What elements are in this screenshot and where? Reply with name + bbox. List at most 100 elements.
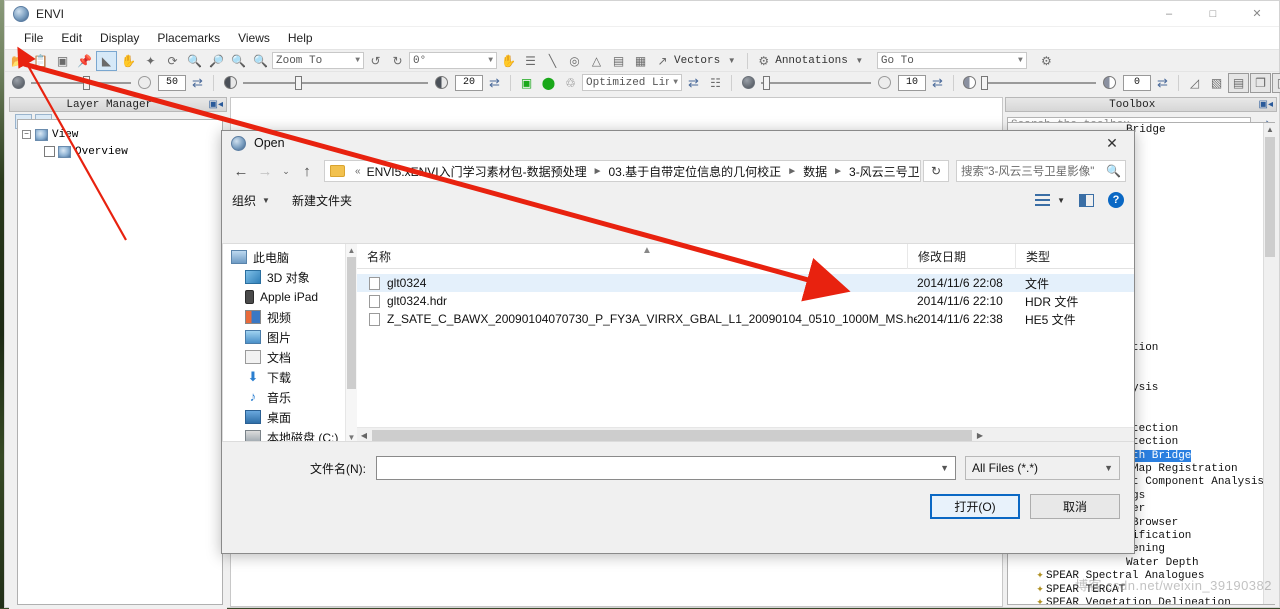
vectors-label[interactable]: Vectors bbox=[674, 55, 720, 67]
slider-thumb[interactable] bbox=[83, 75, 90, 90]
layer-tree-node-view[interactable]: − View bbox=[22, 126, 218, 143]
dialog-search-input[interactable]: 搜索"3-风云三号卫星影像" bbox=[961, 163, 1106, 179]
close-button[interactable]: ✕ bbox=[1235, 1, 1279, 27]
vectors-chevron-down-icon[interactable]: ▼ bbox=[721, 51, 742, 71]
sidebar-item-3d-objects[interactable]: 3D 对象 bbox=[223, 267, 357, 287]
image-view-icon[interactable]: ▧ bbox=[1206, 73, 1227, 93]
dialog-close-button[interactable]: ✕ bbox=[1090, 131, 1134, 155]
slider-thumb[interactable] bbox=[294, 75, 302, 90]
sidebar-scrollbar[interactable]: ▲ ▼ bbox=[345, 244, 357, 443]
scrollbar-thumb[interactable] bbox=[1265, 137, 1275, 257]
change-view-button[interactable]: ▼ bbox=[1035, 194, 1065, 206]
sharpen-reset-icon[interactable]: ⇄ bbox=[927, 73, 948, 93]
open-file-icon[interactable]: 📂 bbox=[8, 51, 29, 71]
column-header-date[interactable]: 修改日期 bbox=[907, 243, 1015, 269]
layer-visibility-checkbox[interactable] bbox=[44, 146, 55, 157]
fly-icon[interactable]: ✦ bbox=[140, 51, 161, 71]
breadcrumb-segment-2[interactable]: 数据 bbox=[803, 163, 827, 180]
sidebar-item-apple-ipad[interactable]: Apple iPad bbox=[223, 287, 357, 307]
column-header-name[interactable]: 名称 ▲ bbox=[357, 244, 907, 269]
chevron-down-icon[interactable]: ▼ bbox=[934, 463, 955, 473]
forward-button[interactable]: → bbox=[254, 159, 276, 183]
menu-item-display[interactable]: Display bbox=[91, 29, 148, 47]
contrast-slider[interactable] bbox=[243, 75, 428, 91]
zoom-out-icon[interactable]: 🔍 bbox=[228, 51, 249, 71]
contrast-value[interactable]: 20 bbox=[455, 74, 483, 91]
toolbox-item-spear-vegetation-delineation[interactable]: ✦ SPEAR Vegetation Delineation bbox=[1008, 596, 1274, 604]
file-type-filter-combo[interactable]: All Files (*.*) ▼ bbox=[965, 456, 1120, 480]
pixel-locator-icon[interactable]: ◎ bbox=[564, 51, 585, 71]
table-row[interactable]: glt0324.hdr 2014/11/6 22:10 HDR 文件 bbox=[357, 292, 1134, 310]
histogram-icon[interactable]: ☷ bbox=[705, 73, 726, 93]
rotation-combo[interactable]: 0° ▼ bbox=[409, 52, 497, 69]
rotate-left-icon[interactable]: ↺ bbox=[365, 51, 386, 71]
menu-item-edit[interactable]: Edit bbox=[52, 29, 91, 47]
refresh-button[interactable]: ↻ bbox=[923, 160, 949, 182]
sharpen-slider[interactable] bbox=[761, 75, 871, 91]
scroll-right-icon[interactable]: ▶ bbox=[973, 431, 987, 440]
multi-view-icon[interactable]: ❐ bbox=[1250, 72, 1271, 93]
recent-locations-button[interactable]: ⌄ bbox=[278, 159, 294, 183]
stretch-region-icon[interactable]: ▣ bbox=[516, 73, 537, 93]
layer-tree-node-overview[interactable]: Overview bbox=[22, 143, 218, 160]
ruler-icon[interactable]: ╲ bbox=[542, 51, 563, 71]
scroll-left-icon[interactable]: ◀ bbox=[357, 431, 371, 440]
menu-item-views[interactable]: Views bbox=[229, 29, 279, 47]
zoom-fit-icon[interactable]: 🔍 bbox=[184, 51, 205, 71]
scrollbar-thumb[interactable] bbox=[347, 257, 356, 389]
zoom-region-icon[interactable]: 🔍 bbox=[250, 51, 271, 71]
split-view-icon[interactable]: ◫ bbox=[1272, 72, 1280, 93]
goto-combo[interactable]: Go To ▼ bbox=[876, 52, 1027, 69]
paste-icon[interactable]: 📋 bbox=[30, 51, 51, 71]
scroll-up-icon[interactable]: ▲ bbox=[1264, 123, 1276, 136]
breadcrumb-segment-0[interactable]: ENVI5.xENVI入门学习素材包-数据预处理 bbox=[367, 163, 587, 180]
table-row[interactable]: glt0324 2014/11/6 22:08 文件 bbox=[357, 274, 1134, 292]
dialog-navigation-pane[interactable]: 此电脑 3D 对象 Apple iPad 视频 图片 文档 ⬇ 下载 ♪ 音乐 … bbox=[222, 243, 357, 443]
zoom-to-combo[interactable]: Zoom To ▼ bbox=[272, 52, 364, 69]
menu-item-placemarks[interactable]: Placemarks bbox=[148, 29, 229, 47]
measure-icon[interactable]: ☰ bbox=[520, 51, 541, 71]
breadcrumb-segment-1[interactable]: 03.基于自带定位信息的几何校正 bbox=[609, 163, 782, 180]
sidebar-item-documents[interactable]: 文档 bbox=[223, 347, 357, 367]
transparency-reset-icon[interactable]: ⇄ bbox=[1152, 73, 1173, 93]
sidebar-item-videos[interactable]: 视频 bbox=[223, 307, 357, 327]
column-header-type[interactable]: 类型 bbox=[1015, 243, 1134, 269]
up-one-level-button[interactable]: ↑ bbox=[296, 159, 318, 183]
profile-icon[interactable]: △ bbox=[586, 51, 607, 71]
scroll-up-icon[interactable]: ▲ bbox=[346, 244, 357, 256]
collapse-icon[interactable]: − bbox=[22, 130, 31, 139]
file-list-pane[interactable]: 名称 ▲ 修改日期 类型 glt0324 2014/11/6 22:08 文件 … bbox=[357, 243, 1134, 443]
table-row[interactable]: Z_SATE_C_BAWX_20090104070730_P_FY3A_VIRR… bbox=[357, 310, 1134, 328]
rotate-icon[interactable]: ⟳ bbox=[162, 51, 183, 71]
select-cursor-icon[interactable]: ◣ bbox=[96, 50, 117, 71]
stretch-reset-icon[interactable]: ⇄ bbox=[683, 73, 704, 93]
cancel-button[interactable]: 取消 bbox=[1030, 494, 1120, 519]
rotate-right-icon[interactable]: ↻ bbox=[387, 51, 408, 71]
sidebar-item-desktop[interactable]: 桌面 bbox=[223, 407, 357, 427]
zoom-in-icon[interactable]: 🔎 bbox=[206, 51, 227, 71]
contrast-reset-icon[interactable]: ⇄ bbox=[484, 73, 505, 93]
filename-input[interactable]: ▼ bbox=[376, 456, 956, 480]
transparency-slider[interactable] bbox=[981, 75, 1096, 91]
annotations-icon[interactable]: ⚙ bbox=[753, 51, 774, 71]
single-view-icon[interactable]: ▤ bbox=[1228, 72, 1249, 93]
stretch-target-icon[interactable]: ⬤ bbox=[538, 73, 559, 93]
toolbox-scrollbar[interactable]: ▲ bbox=[1263, 123, 1276, 604]
slider-thumb[interactable] bbox=[763, 75, 771, 90]
organize-button[interactable]: 组织 ▼ bbox=[232, 192, 270, 209]
settings-gear-icon[interactable]: ⚙ bbox=[1036, 51, 1057, 71]
sharpen-value[interactable]: 10 bbox=[898, 74, 926, 91]
pan-hand-icon[interactable]: ✋ bbox=[118, 51, 139, 71]
pin-icon[interactable]: 📌 bbox=[74, 51, 95, 71]
brightness-reset-icon[interactable]: ⇄ bbox=[187, 73, 208, 93]
transparency-value[interactable]: 0 bbox=[1123, 74, 1151, 91]
toolbox-item-relative-water-depth[interactable]: Water Depth bbox=[1008, 556, 1274, 569]
breadcrumb[interactable]: « ENVI5.xENVI入门学习素材包-数据预处理 ► 03.基于自带定位信息… bbox=[324, 160, 921, 182]
dialog-search-box[interactable]: 搜索"3-风云三号卫星影像" 🔍 bbox=[956, 160, 1126, 182]
layer-tree[interactable]: − View Overview bbox=[17, 119, 223, 605]
back-button[interactable]: ← bbox=[230, 159, 252, 183]
annotations-chevron-down-icon[interactable]: ▼ bbox=[849, 51, 870, 71]
table-icon[interactable]: ▦ bbox=[630, 51, 651, 71]
scrollbar-thumb[interactable] bbox=[372, 430, 972, 441]
stretch-refresh-icon[interactable]: ♲ bbox=[560, 73, 581, 93]
